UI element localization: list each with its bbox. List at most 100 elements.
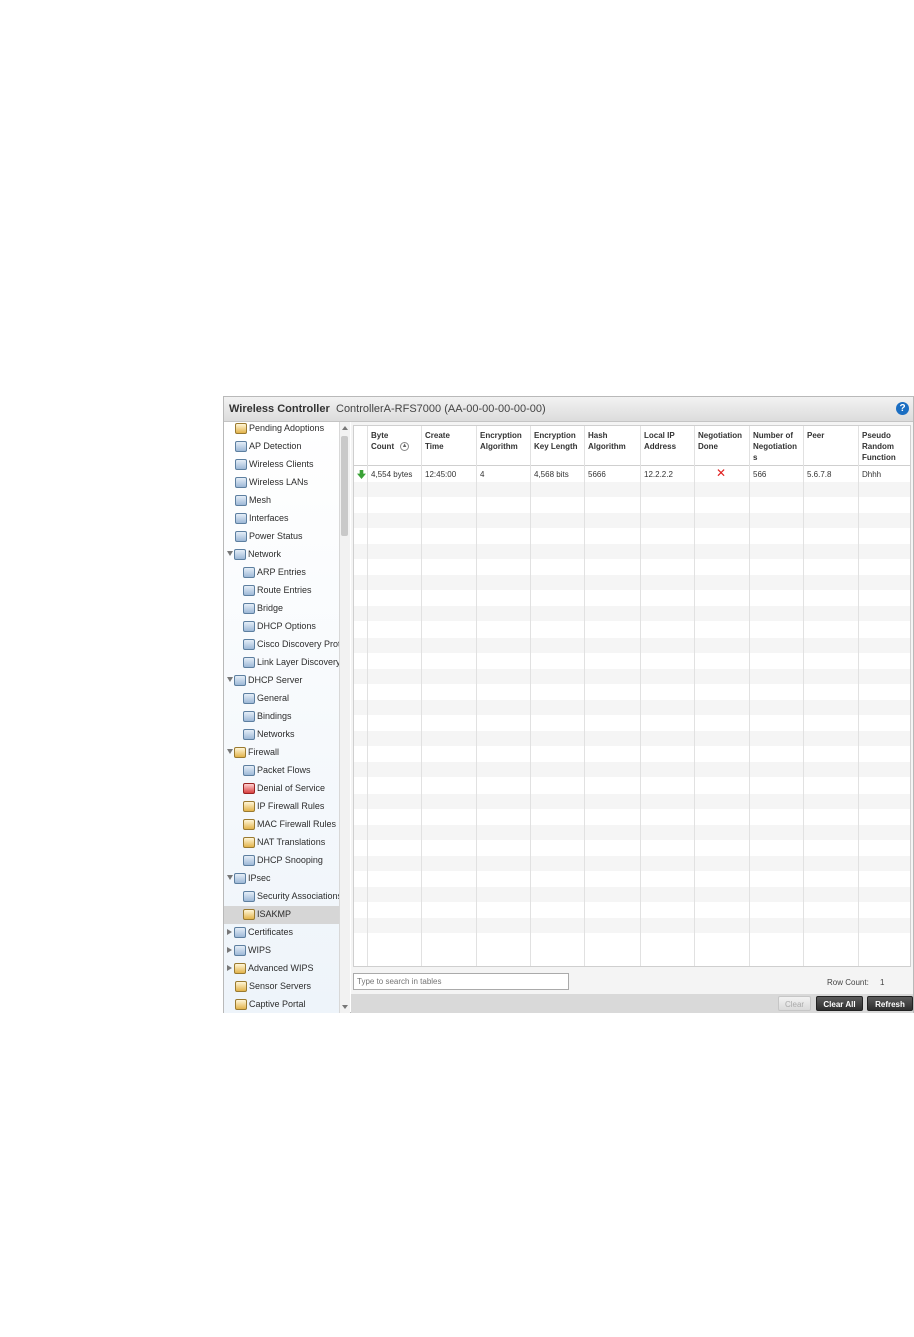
sidebar-item-ipsec[interactable]: IPsec (224, 870, 340, 888)
sidebar-item-label: Bindings (257, 711, 292, 721)
sidebar-item-mac-firewall-rules[interactable]: MAC Firewall Rules (224, 816, 340, 834)
sidebar-item-label: Firewall (248, 747, 280, 757)
column-header[interactable]: Byte Count ▲ (371, 430, 410, 452)
sidebar-item-advanced-wips[interactable]: Advanced WIPS (224, 960, 340, 978)
column-divider (584, 426, 585, 966)
sidebar-item-ip-firewall-rules[interactable]: IP Firewall Rules (224, 798, 340, 816)
expand-arrow-icon[interactable] (227, 551, 233, 556)
sidebar-item-cisco-discovery-prot[interactable]: Cisco Discovery Prot (224, 636, 340, 654)
ipsec-icon (234, 873, 246, 884)
sidebar-item-pending-adoptions[interactable]: Pending Adoptions (224, 422, 340, 438)
dhcp-icon (243, 621, 255, 632)
sidebar-item-dhcp-options[interactable]: DHCP Options (224, 618, 340, 636)
app-title: Wireless Controller (229, 403, 330, 415)
sort-icon[interactable]: ▲ (400, 442, 410, 452)
sidebar-item-sensor-servers[interactable]: Sensor Servers (224, 978, 340, 996)
table-row-stripe (354, 887, 910, 903)
sidebar-item-ap-detection[interactable]: AP Detection (224, 438, 340, 456)
sidebar-item-denial-of-service[interactable]: Denial of Service (224, 780, 340, 798)
sidebar-item-firewall[interactable]: Firewall (224, 744, 340, 762)
sidebar-item-label: Power Status (249, 531, 303, 541)
scroll-down-icon[interactable] (342, 1005, 348, 1009)
table-row-stripe (354, 918, 910, 934)
network-icon (234, 549, 246, 560)
expand-arrow-icon[interactable] (227, 749, 233, 754)
isakmp-icon (243, 909, 255, 920)
sidebar-item-packet-flows[interactable]: Packet Flows (224, 762, 340, 780)
sidebar-item-networks[interactable]: Networks (224, 726, 340, 744)
column-header[interactable]: Number of Negotiation s (753, 430, 797, 463)
packet-flow-icon (243, 765, 255, 776)
sidebar-item-power-status[interactable]: Power Status (224, 528, 340, 546)
sidebar-item-captive-portal[interactable]: Captive Portal (224, 996, 340, 1013)
row-count-label: Row Count: (827, 978, 869, 987)
column-header-text: Peer (807, 431, 825, 440)
sidebar-item-wireless-clients[interactable]: Wireless Clients (224, 456, 340, 474)
column-header-text: Negotiation (753, 442, 797, 451)
sidebar-item-label: IPsec (248, 873, 271, 883)
column-header[interactable]: Create Time (425, 430, 450, 452)
sidebar-item-general[interactable]: General (224, 690, 340, 708)
column-header-text: Algorithm (480, 442, 518, 451)
dos-icon (243, 783, 255, 794)
sidebar-item-dhcp-snooping[interactable]: DHCP Snooping (224, 852, 340, 870)
collapse-arrow-icon[interactable] (227, 965, 232, 971)
ap-detection-icon (235, 441, 247, 452)
table-row-stripe (354, 793, 910, 809)
sidebar-item-isakmp[interactable]: ISAKMP (224, 906, 340, 924)
sidebar-item-label: Captive Portal (249, 999, 306, 1009)
scroll-thumb[interactable] (341, 436, 348, 536)
table-row-stripe (354, 824, 910, 840)
sidebar-item-wireless-lans[interactable]: Wireless LANs (224, 474, 340, 492)
table-cell-encryption-key-length: 4,568 bits (534, 470, 569, 479)
sidebar-item-mesh[interactable]: Mesh (224, 492, 340, 510)
column-header[interactable]: Encryption Key Length (534, 430, 578, 452)
collapse-arrow-icon[interactable] (227, 929, 232, 935)
column-header[interactable]: Pseudo Random Function (862, 430, 896, 463)
sidebar-item-interfaces[interactable]: Interfaces (224, 510, 340, 528)
wips-icon (234, 945, 246, 956)
sidebar-item-dhcp-server[interactable]: DHCP Server (224, 672, 340, 690)
isakmp-table: Byte Count ▲ Create Time Encryption Algorithm E… (353, 425, 911, 967)
sidebar-item-route-entries[interactable]: Route Entries (224, 582, 340, 600)
sidebar-item-wips[interactable]: WIPS (224, 942, 340, 960)
scroll-up-icon[interactable] (342, 426, 348, 430)
table-row-stripe (354, 544, 910, 559)
sidebar-item-security-associations[interactable]: Security Associations (224, 888, 340, 906)
table-cell-create-time: 12:45:00 (425, 470, 457, 479)
table-row-stripe (354, 700, 910, 715)
portal-icon (235, 999, 247, 1010)
help-icon[interactable]: ? (896, 402, 909, 415)
sidebar-item-nat-translations[interactable]: NAT Translations (224, 834, 340, 852)
column-header[interactable]: Peer (807, 430, 824, 441)
sidebar-scrollbar[interactable] (339, 422, 350, 1013)
sidebar-item-label: DHCP Options (257, 621, 316, 631)
column-header[interactable]: Negotiation Done (698, 430, 742, 452)
clear-all-button[interactable]: Clear All (816, 996, 863, 1011)
clear-button[interactable]: Clear (778, 996, 811, 1011)
sidebar-item-network[interactable]: Network (224, 546, 340, 564)
expand-arrow-icon[interactable] (227, 677, 233, 682)
sidebar-item-bindings[interactable]: Bindings (224, 708, 340, 726)
sidebar-item-label: DHCP Snooping (257, 855, 323, 865)
expand-arrow-icon[interactable] (227, 875, 233, 880)
search-input[interactable] (353, 973, 569, 990)
sidebar-item-arp-entries[interactable]: ARP Entries (224, 564, 340, 582)
column-header[interactable]: Local IP Address (644, 430, 676, 452)
column-header-text: Encryption (534, 431, 576, 440)
column-header-text: Key Length (534, 442, 578, 451)
column-header-text: Function (862, 453, 896, 462)
column-header-text: Hash (588, 431, 608, 440)
sidebar-item-link-layer-discovery[interactable]: Link Layer Discovery (224, 654, 340, 672)
firewall-icon (234, 747, 246, 758)
refresh-button[interactable]: Refresh (867, 996, 913, 1011)
collapse-arrow-icon[interactable] (227, 947, 232, 953)
wlan-icon (235, 477, 247, 488)
adoption-icon (235, 423, 247, 434)
sidebar-item-bridge[interactable]: Bridge (224, 600, 340, 618)
sidebar-item-certificates[interactable]: Certificates (224, 924, 340, 942)
column-divider (640, 426, 641, 966)
column-header[interactable]: Encryption Algorithm (480, 430, 522, 452)
column-header[interactable]: Hash Algorithm (588, 430, 626, 452)
table-row-stripe (354, 637, 910, 653)
